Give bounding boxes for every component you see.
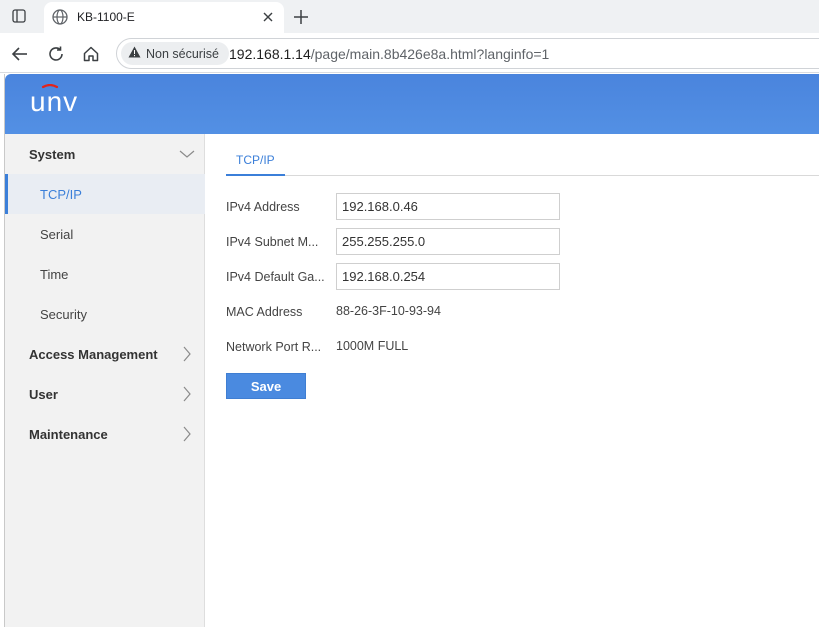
- chevron-right-icon: [179, 426, 195, 442]
- sidebar-item-serial[interactable]: Serial: [5, 214, 205, 254]
- sidebar-item-tcpip[interactable]: TCP/IP: [5, 174, 205, 214]
- active-indicator: [5, 174, 8, 214]
- chevron-down-icon: [179, 146, 195, 162]
- default-gateway-row: IPv4 Default Ga...: [226, 263, 566, 291]
- globe-icon: [51, 8, 69, 26]
- close-icon[interactable]: [260, 9, 276, 25]
- tab-actions-icon[interactable]: [10, 7, 28, 25]
- ipv4-address-input[interactable]: [336, 193, 560, 220]
- ipv4-address-row: IPv4 Address: [226, 193, 566, 221]
- ipv4-address-label: IPv4 Address: [226, 200, 300, 214]
- default-gateway-input[interactable]: [336, 263, 560, 290]
- network-port-rate-value: 1000M FULL: [336, 339, 409, 353]
- menu-group-system[interactable]: System: [5, 134, 205, 174]
- network-port-rate-label: Network Port R...: [226, 340, 322, 354]
- subnet-mask-label: IPv4 Subnet M...: [226, 235, 319, 249]
- url-host: 192.168.1.14: [229, 46, 311, 62]
- tab-title: KB-1100-E: [77, 10, 135, 24]
- url-path: /page/main.8b426e8a.html?langinfo=1: [310, 46, 550, 62]
- save-button[interactable]: Save: [226, 373, 306, 399]
- svg-text:unv: unv: [30, 86, 78, 116]
- sidebar-item-security[interactable]: Security: [5, 294, 205, 334]
- address-bar[interactable]: Non sécurisé 192.168.1.14/page/main.8b42…: [116, 38, 819, 69]
- browser-tab-bar: KB-1100-E: [0, 0, 819, 33]
- sidebar: System TCP/IP Serial Time Security Acces…: [5, 134, 205, 627]
- menu-group-label: Maintenance: [29, 427, 108, 442]
- menu-group-maintenance[interactable]: Maintenance: [5, 414, 205, 454]
- menu-group-label: User: [29, 387, 58, 402]
- unv-logo: unv: [30, 83, 92, 121]
- default-gateway-label: IPv4 Default Ga...: [226, 270, 325, 284]
- browser-toolbar: Non sécurisé 192.168.1.14/page/main.8b42…: [0, 33, 819, 73]
- menu-group-label: Access Management: [29, 347, 158, 362]
- mac-address-label: MAC Address: [226, 305, 303, 319]
- security-label: Non sécurisé: [146, 46, 219, 61]
- sidebar-item-label: Serial: [40, 227, 74, 242]
- sidebar-item-label: Security: [40, 307, 87, 322]
- network-port-rate-row: Network Port R... 1000M FULL: [226, 333, 566, 361]
- url-text[interactable]: 192.168.1.14/page/main.8b426e8a.html?lan…: [229, 46, 549, 62]
- sidebar-item-time[interactable]: Time: [5, 254, 205, 294]
- app-frame: unv System TCP/IP Serial Time Security A…: [4, 74, 819, 627]
- plus-icon[interactable]: [291, 7, 311, 27]
- app-header: unv: [5, 74, 819, 134]
- sidebar-item-label: TCP/IP: [40, 187, 82, 202]
- home-icon[interactable]: [80, 43, 102, 65]
- chevron-right-icon: [179, 346, 195, 362]
- content-tab-bar: TCP/IP: [226, 134, 819, 176]
- browser-tab[interactable]: KB-1100-E: [44, 2, 284, 33]
- reload-icon[interactable]: [45, 43, 67, 65]
- warning-icon: [128, 45, 141, 63]
- subnet-mask-input[interactable]: [336, 228, 560, 255]
- menu-group-access-management[interactable]: Access Management: [5, 334, 205, 374]
- security-indicator[interactable]: Non sécurisé: [121, 42, 229, 65]
- subnet-mask-row: IPv4 Subnet M...: [226, 228, 566, 256]
- menu-group-label: System: [29, 147, 76, 162]
- mac-address-value: 88-26-3F-10-93-94: [336, 304, 441, 318]
- main-content: TCP/IP IPv4 Address IPv4 Subnet M... IPv…: [206, 134, 819, 627]
- chevron-right-icon: [179, 386, 195, 402]
- tab-tcpip[interactable]: TCP/IP: [226, 134, 285, 176]
- sidebar-item-label: Time: [40, 267, 69, 282]
- menu-group-user[interactable]: User: [5, 374, 205, 414]
- back-arrow-icon[interactable]: [9, 43, 31, 65]
- mac-address-row: MAC Address 88-26-3F-10-93-94: [226, 298, 566, 326]
